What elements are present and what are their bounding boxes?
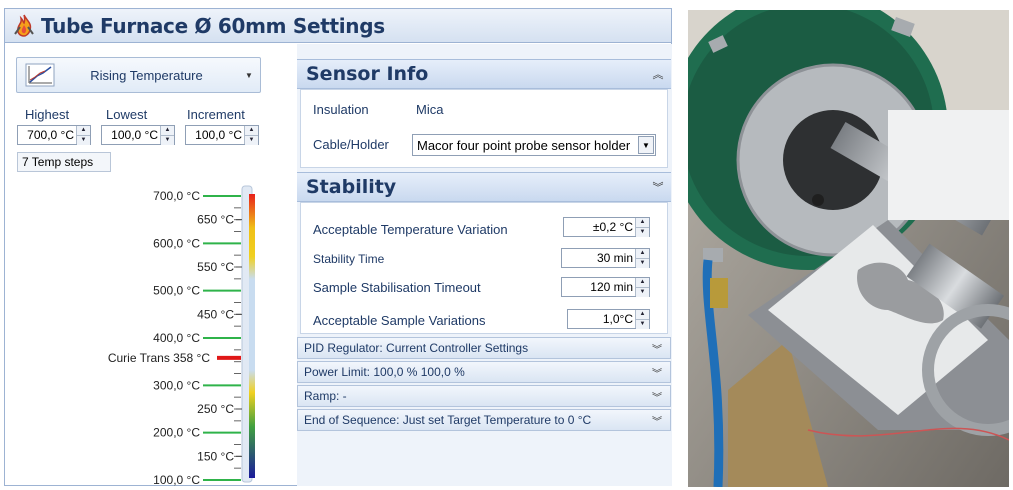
chevron-down-double-icon[interactable]: ︾ — [644, 389, 670, 404]
sample-variations-label: Acceptable Sample Variations — [313, 313, 486, 328]
increment-stepper[interactable]: 100,0 °C ▲ ▼ — [185, 125, 259, 145]
stability-body: Acceptable Temperature Variation ±0,2 °C… — [300, 202, 668, 334]
chevron-down-icon: ▼ — [245, 70, 253, 80]
lowest-value: 100,0 °C — [111, 128, 158, 142]
increment-arrow-icon[interactable]: ▲ — [636, 310, 649, 319]
decrement-arrow-icon[interactable]: ▼ — [636, 227, 649, 237]
chevron-up-icon[interactable]: ︽ — [645, 66, 671, 82]
increment-value: 100,0 °C — [195, 128, 242, 142]
scale-label: 250 °C — [197, 402, 234, 416]
decrement-arrow-icon[interactable]: ▼ — [636, 258, 649, 268]
temp-variation-label: Acceptable Temperature Variation — [313, 222, 508, 237]
decrement-arrow-icon[interactable]: ▼ — [636, 319, 649, 329]
pid-regulator-label: PID Regulator: Current Controller Settin… — [304, 341, 529, 355]
increment-arrow-icon[interactable]: ▲ — [77, 126, 90, 135]
settings-panel: Sensor Info ︽ Insulation Mica Cable/Hold… — [297, 44, 672, 486]
temp-steps-count: 7 Temp steps — [17, 152, 111, 172]
scale-label: 600,0 °C — [153, 236, 200, 250]
sample-timeout-stepper[interactable]: 120 min ▲ ▼ — [561, 277, 650, 297]
chevron-down-icon[interactable]: ▼ — [638, 136, 654, 154]
chevron-down-double-icon[interactable]: ︾ — [644, 341, 670, 356]
decrement-arrow-icon[interactable]: ▼ — [245, 135, 258, 145]
window-title: Tube Furnace Ø 60mm Settings — [41, 13, 385, 38]
increment-arrow-icon[interactable]: ▲ — [636, 278, 649, 287]
chevron-down-double-icon[interactable]: ︾ — [645, 179, 671, 195]
mode-dropdown[interactable]: Rising Temperature ▼ — [16, 57, 261, 93]
sample-timeout-value: 120 min — [590, 280, 633, 294]
scale-label: 400,0 °C — [153, 331, 200, 345]
insulation-value: Mica — [416, 102, 444, 117]
end-of-sequence-bar[interactable]: End of Sequence: Just set Target Tempera… — [297, 409, 671, 431]
increment-arrow-icon[interactable]: ▲ — [636, 249, 649, 258]
furnace-photo — [688, 10, 1009, 487]
lowest-stepper[interactable]: 100,0 °C ▲ ▼ — [101, 125, 175, 145]
cable-holder-label: Cable/Holder — [313, 137, 389, 152]
power-limit-label: Power Limit: 100,0 % 100,0 % — [304, 365, 465, 379]
temp-variation-value: ±0,2 °C — [592, 220, 633, 234]
stability-time-value: 30 min — [596, 251, 633, 265]
stability-title: Stability — [306, 176, 397, 198]
power-limit-bar[interactable]: Power Limit: 100,0 % 100,0 % ︾ — [297, 361, 671, 383]
highest-value: 700,0 °C — [27, 128, 74, 142]
stability-header[interactable]: Stability ︾ — [297, 172, 671, 202]
flame-icon — [14, 14, 34, 37]
scale-label: 150 °C — [197, 449, 234, 463]
cable-holder-value: Macor four point probe sensor holder — [417, 137, 631, 153]
scale-gradient-bar — [249, 194, 255, 478]
increment-label: Increment — [187, 107, 245, 122]
decrement-arrow-icon[interactable]: ▼ — [161, 135, 174, 145]
increment-arrow-icon[interactable]: ▲ — [161, 126, 174, 135]
sensor-info-body: Insulation Mica Cable/Holder Macor four … — [300, 89, 668, 168]
chevron-down-double-icon[interactable]: ︾ — [644, 413, 670, 428]
lowest-label: Lowest — [106, 107, 148, 122]
sensor-info-title: Sensor Info — [306, 63, 429, 85]
stability-time-stepper[interactable]: 30 min ▲ ▼ — [561, 248, 650, 268]
ramp-bar[interactable]: Ramp: - ︾ — [297, 385, 671, 407]
highest-label: Highest — [25, 107, 70, 122]
settings-window: Tube Furnace Ø 60mm Settings Rising Temp… — [4, 8, 672, 486]
scale-label: 100,0 °C — [153, 473, 200, 486]
rising-temperature-icon — [25, 63, 55, 87]
ramp-label: Ramp: - — [304, 389, 347, 403]
mode-label: Rising Temperature — [90, 67, 203, 83]
sample-timeout-label: Sample Stabilisation Timeout — [313, 280, 481, 295]
temperature-sequence-panel: Rising Temperature ▼ Highest Lowest Incr… — [5, 44, 295, 486]
end-of-sequence-label: End of Sequence: Just set Target Tempera… — [304, 413, 592, 427]
cable-holder-select[interactable]: Macor four point probe sensor holder ▼ — [412, 134, 656, 156]
increment-arrow-icon[interactable]: ▲ — [636, 218, 649, 227]
sample-variations-value: 1,0°C — [602, 312, 633, 326]
sensor-info-header[interactable]: Sensor Info ︽ — [297, 59, 671, 89]
scale-label: 650 °C — [197, 213, 234, 227]
curie-label: Curie Trans 358 °C — [108, 351, 211, 365]
temp-variation-stepper[interactable]: ±0,2 °C ▲ ▼ — [563, 217, 650, 237]
chevron-down-double-icon[interactable]: ︾ — [644, 365, 670, 380]
title-bar: Tube Furnace Ø 60mm Settings — [5, 9, 671, 43]
scale-label: 500,0 °C — [153, 284, 200, 298]
temperature-scale: 700,0 °C 600,0 °C 500,0 °C 400,0 °C 300,0 °C… — [108, 185, 255, 486]
stability-time-label: Stability Time — [313, 252, 385, 266]
highest-stepper[interactable]: 700,0 °C ▲ ▼ — [17, 125, 91, 145]
insulation-label: Insulation — [313, 102, 369, 117]
scale-label: 700,0 °C — [153, 189, 200, 203]
scale-label: 300,0 °C — [153, 378, 200, 392]
scale-label: 550 °C — [197, 260, 234, 274]
decrement-arrow-icon[interactable]: ▼ — [636, 287, 649, 297]
scale-label: 200,0 °C — [153, 426, 200, 440]
sample-variations-stepper[interactable]: 1,0°C ▲ ▼ — [567, 309, 650, 329]
scale-label: 450 °C — [197, 307, 234, 321]
decrement-arrow-icon[interactable]: ▼ — [77, 135, 90, 145]
pid-regulator-bar[interactable]: PID Regulator: Current Controller Settin… — [297, 337, 671, 359]
increment-arrow-icon[interactable]: ▲ — [245, 126, 258, 135]
